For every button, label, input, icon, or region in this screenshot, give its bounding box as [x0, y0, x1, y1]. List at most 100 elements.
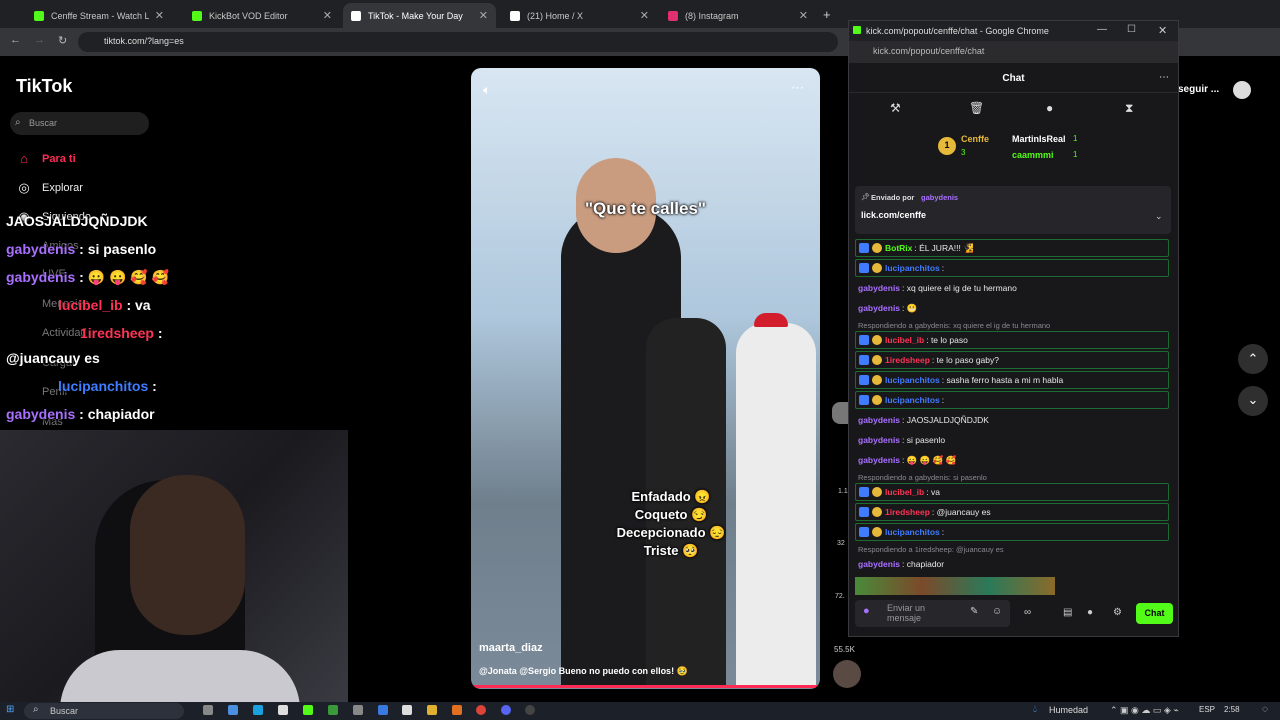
slow-mode-icon[interactable]: ⧗ — [1125, 101, 1133, 116]
chat-username[interactable]: lucibel_ib — [885, 335, 924, 345]
chat-message[interactable]: lucipanchitos: — [855, 523, 1169, 541]
close-tab-icon[interactable]: ✕ — [479, 9, 488, 22]
follow-button[interactable]: seguir ... — [1178, 84, 1219, 95]
tiktok-logo[interactable]: TikTok — [16, 76, 72, 97]
app-icon[interactable] — [328, 705, 338, 715]
nav-para-ti[interactable]: ⌂ Para ti — [16, 151, 76, 166]
task-view-icon[interactable] — [203, 705, 213, 715]
close-tab-icon[interactable]: ✕ — [799, 9, 808, 22]
send-chat-button[interactable]: Chat — [1136, 603, 1173, 624]
video-author[interactable]: maarta_diaz — [479, 642, 543, 654]
address-bar[interactable]: tiktok.com/?lang=es — [78, 32, 838, 52]
chat-username[interactable]: lucipanchitos — [885, 263, 940, 273]
discord-icon[interactable] — [501, 705, 511, 715]
delete-icon[interactable]: 🗑︎ — [969, 101, 984, 115]
app-icon[interactable] — [228, 705, 238, 715]
app-icon[interactable] — [353, 705, 363, 715]
chat-username[interactable]: 1iredsheep — [885, 355, 930, 365]
chat-message[interactable]: gabydenis: 😬 — [858, 299, 1168, 317]
expand-icon[interactable]: ⌄ — [1155, 211, 1163, 222]
chat-message[interactable]: BotRix: ÉL JURA!!! 🧏 — [855, 239, 1169, 257]
search-input[interactable]: Buscar — [10, 112, 149, 135]
chat-message[interactable]: lucipanchitos: — [855, 259, 1169, 277]
reply-context[interactable]: Respondiendo a gabydenis: si pasenlo — [858, 473, 987, 482]
tab-instagram[interactable]: (8) Instagram ✕ — [660, 3, 816, 28]
chat-message[interactable]: lucipanchitos: sasha ferro hasta a mi m … — [855, 371, 1169, 389]
profile-avatar[interactable] — [1233, 81, 1251, 99]
nav-actividad[interactable]: Actividad — [16, 327, 87, 339]
chat-username[interactable]: gabydenis — [858, 303, 900, 313]
chat-username[interactable]: gabydenis — [858, 283, 900, 293]
chat-username[interactable]: gabydenis — [858, 455, 900, 465]
close-tab-icon[interactable]: ✕ — [640, 9, 649, 22]
chat-username[interactable]: gabydenis — [858, 435, 900, 445]
emoji-icon[interactable]: ☺ — [992, 606, 1002, 617]
close-tab-icon[interactable]: ✕ — [155, 9, 164, 22]
clock[interactable]: 2:58 — [1224, 705, 1240, 714]
chat-bubble-icon[interactable]: ● — [1046, 101, 1053, 115]
chrome-icon[interactable] — [476, 705, 486, 715]
chat-username[interactable]: BotRix — [885, 243, 912, 253]
obs-icon[interactable] — [525, 705, 535, 715]
chat-message[interactable]: gabydenis: si pasenlo — [858, 431, 1168, 449]
forward-icon[interactable]: → — [34, 34, 45, 46]
chat-message[interactable]: lucipanchitos: — [855, 391, 1169, 409]
app-icon[interactable] — [303, 705, 313, 715]
chat-username[interactable]: lucipanchitos — [885, 395, 940, 405]
nav-explorar[interactable]: ◎ Explorar — [16, 180, 83, 196]
language-indicator[interactable]: ESP — [1199, 705, 1215, 714]
new-tab-button[interactable]: + — [823, 7, 831, 22]
format-icon[interactable]: ✎ — [970, 606, 978, 617]
emote-strip[interactable] — [855, 577, 1055, 595]
chat-message[interactable]: lucibel_ib: va — [855, 483, 1169, 501]
reload-icon[interactable]: ↻ — [58, 34, 67, 47]
chat-message[interactable]: lucibel_ib: te lo paso — [855, 331, 1169, 349]
reply-context[interactable]: Respondiendo a 1iredsheep: @juancauy es — [858, 545, 1004, 554]
app-icon[interactable] — [278, 705, 288, 715]
mic-icon[interactable]: ● — [863, 605, 870, 617]
maximize-icon[interactable]: ☐ — [1127, 24, 1136, 35]
infinity-icon[interactable]: ∞ — [1024, 607, 1031, 618]
message-input[interactable]: ● Enviar un mensaje ✎ ☺ — [855, 600, 1010, 627]
chat-username[interactable]: lucibel_ib — [885, 487, 924, 497]
settings-icon[interactable]: ⚙︎ — [1113, 607, 1122, 618]
chat-message[interactable]: 1iredsheep: @juancauy es — [855, 503, 1169, 521]
chat-bubble-icon[interactable]: ● — [1087, 607, 1093, 618]
chat-message[interactable]: 1iredsheep: te lo paso gaby? — [855, 351, 1169, 369]
chat-username[interactable]: gabydenis — [858, 415, 900, 425]
volume-icon[interactable]: 🔈︎ — [483, 82, 491, 98]
close-tab-icon[interactable]: ✕ — [323, 9, 332, 22]
tab-x[interactable]: (21) Home / X ✕ — [502, 3, 657, 28]
app-icon[interactable] — [402, 705, 412, 715]
next-video-button[interactable]: ⌄ — [1238, 386, 1268, 416]
notifications-icon[interactable]: ◌ — [1262, 704, 1268, 715]
chat-username[interactable]: 1iredsheep — [885, 507, 930, 517]
music-avatar[interactable] — [833, 660, 861, 688]
chat-menu-icon[interactable]: ⋯ — [1159, 72, 1169, 83]
chat-message[interactable]: gabydenis: JAOSJALDJQÑDJDK — [858, 411, 1168, 429]
creator-avatar[interactable] — [832, 402, 848, 424]
reply-context[interactable]: Respondiendo a gabydenis: xq quiere el i… — [858, 321, 1050, 330]
system-tray[interactable]: ⌃ ▣ ◉ ☁ ▭ ◈ ⌁ — [1110, 705, 1179, 716]
video-progress-bar[interactable] — [471, 685, 820, 688]
chat-username[interactable]: gabydenis — [858, 559, 900, 569]
chat-username[interactable]: lucipanchitos — [885, 527, 940, 537]
app-icon[interactable] — [378, 705, 388, 715]
store-icon[interactable]: ▤ — [1063, 607, 1072, 618]
more-options-icon[interactable]: ⋯ — [791, 80, 804, 96]
tab-kickbot[interactable]: KickBot VOD Editor ✕ — [184, 3, 340, 28]
moderation-icon[interactable]: ⚒︎ — [890, 101, 901, 115]
chat-message[interactable]: gabydenis: xq quiere el ig de tu hermano — [858, 279, 1168, 297]
back-icon[interactable]: ← — [10, 34, 21, 46]
app-icon[interactable] — [452, 705, 462, 715]
taskbar-search[interactable]: Buscar — [24, 703, 184, 719]
chat-message[interactable]: gabydenis: 😛 😛 🥰 🥰 — [858, 451, 1168, 469]
chat-username[interactable]: lucipanchitos — [885, 375, 940, 385]
prev-video-button[interactable]: ⌃ — [1238, 344, 1268, 374]
close-window-icon[interactable]: ✕ — [1158, 24, 1167, 37]
folder-icon[interactable] — [427, 705, 437, 715]
pinned-message[interactable]: 📌︎ Enviado por gabydenis lick.com/cenffe… — [855, 186, 1171, 234]
tab-cenffe[interactable]: Cenffe Stream - Watch Live✕ — [26, 3, 172, 28]
edge-icon[interactable] — [253, 705, 263, 715]
chat-message[interactable]: gabydenis: chapiador — [858, 555, 1168, 573]
